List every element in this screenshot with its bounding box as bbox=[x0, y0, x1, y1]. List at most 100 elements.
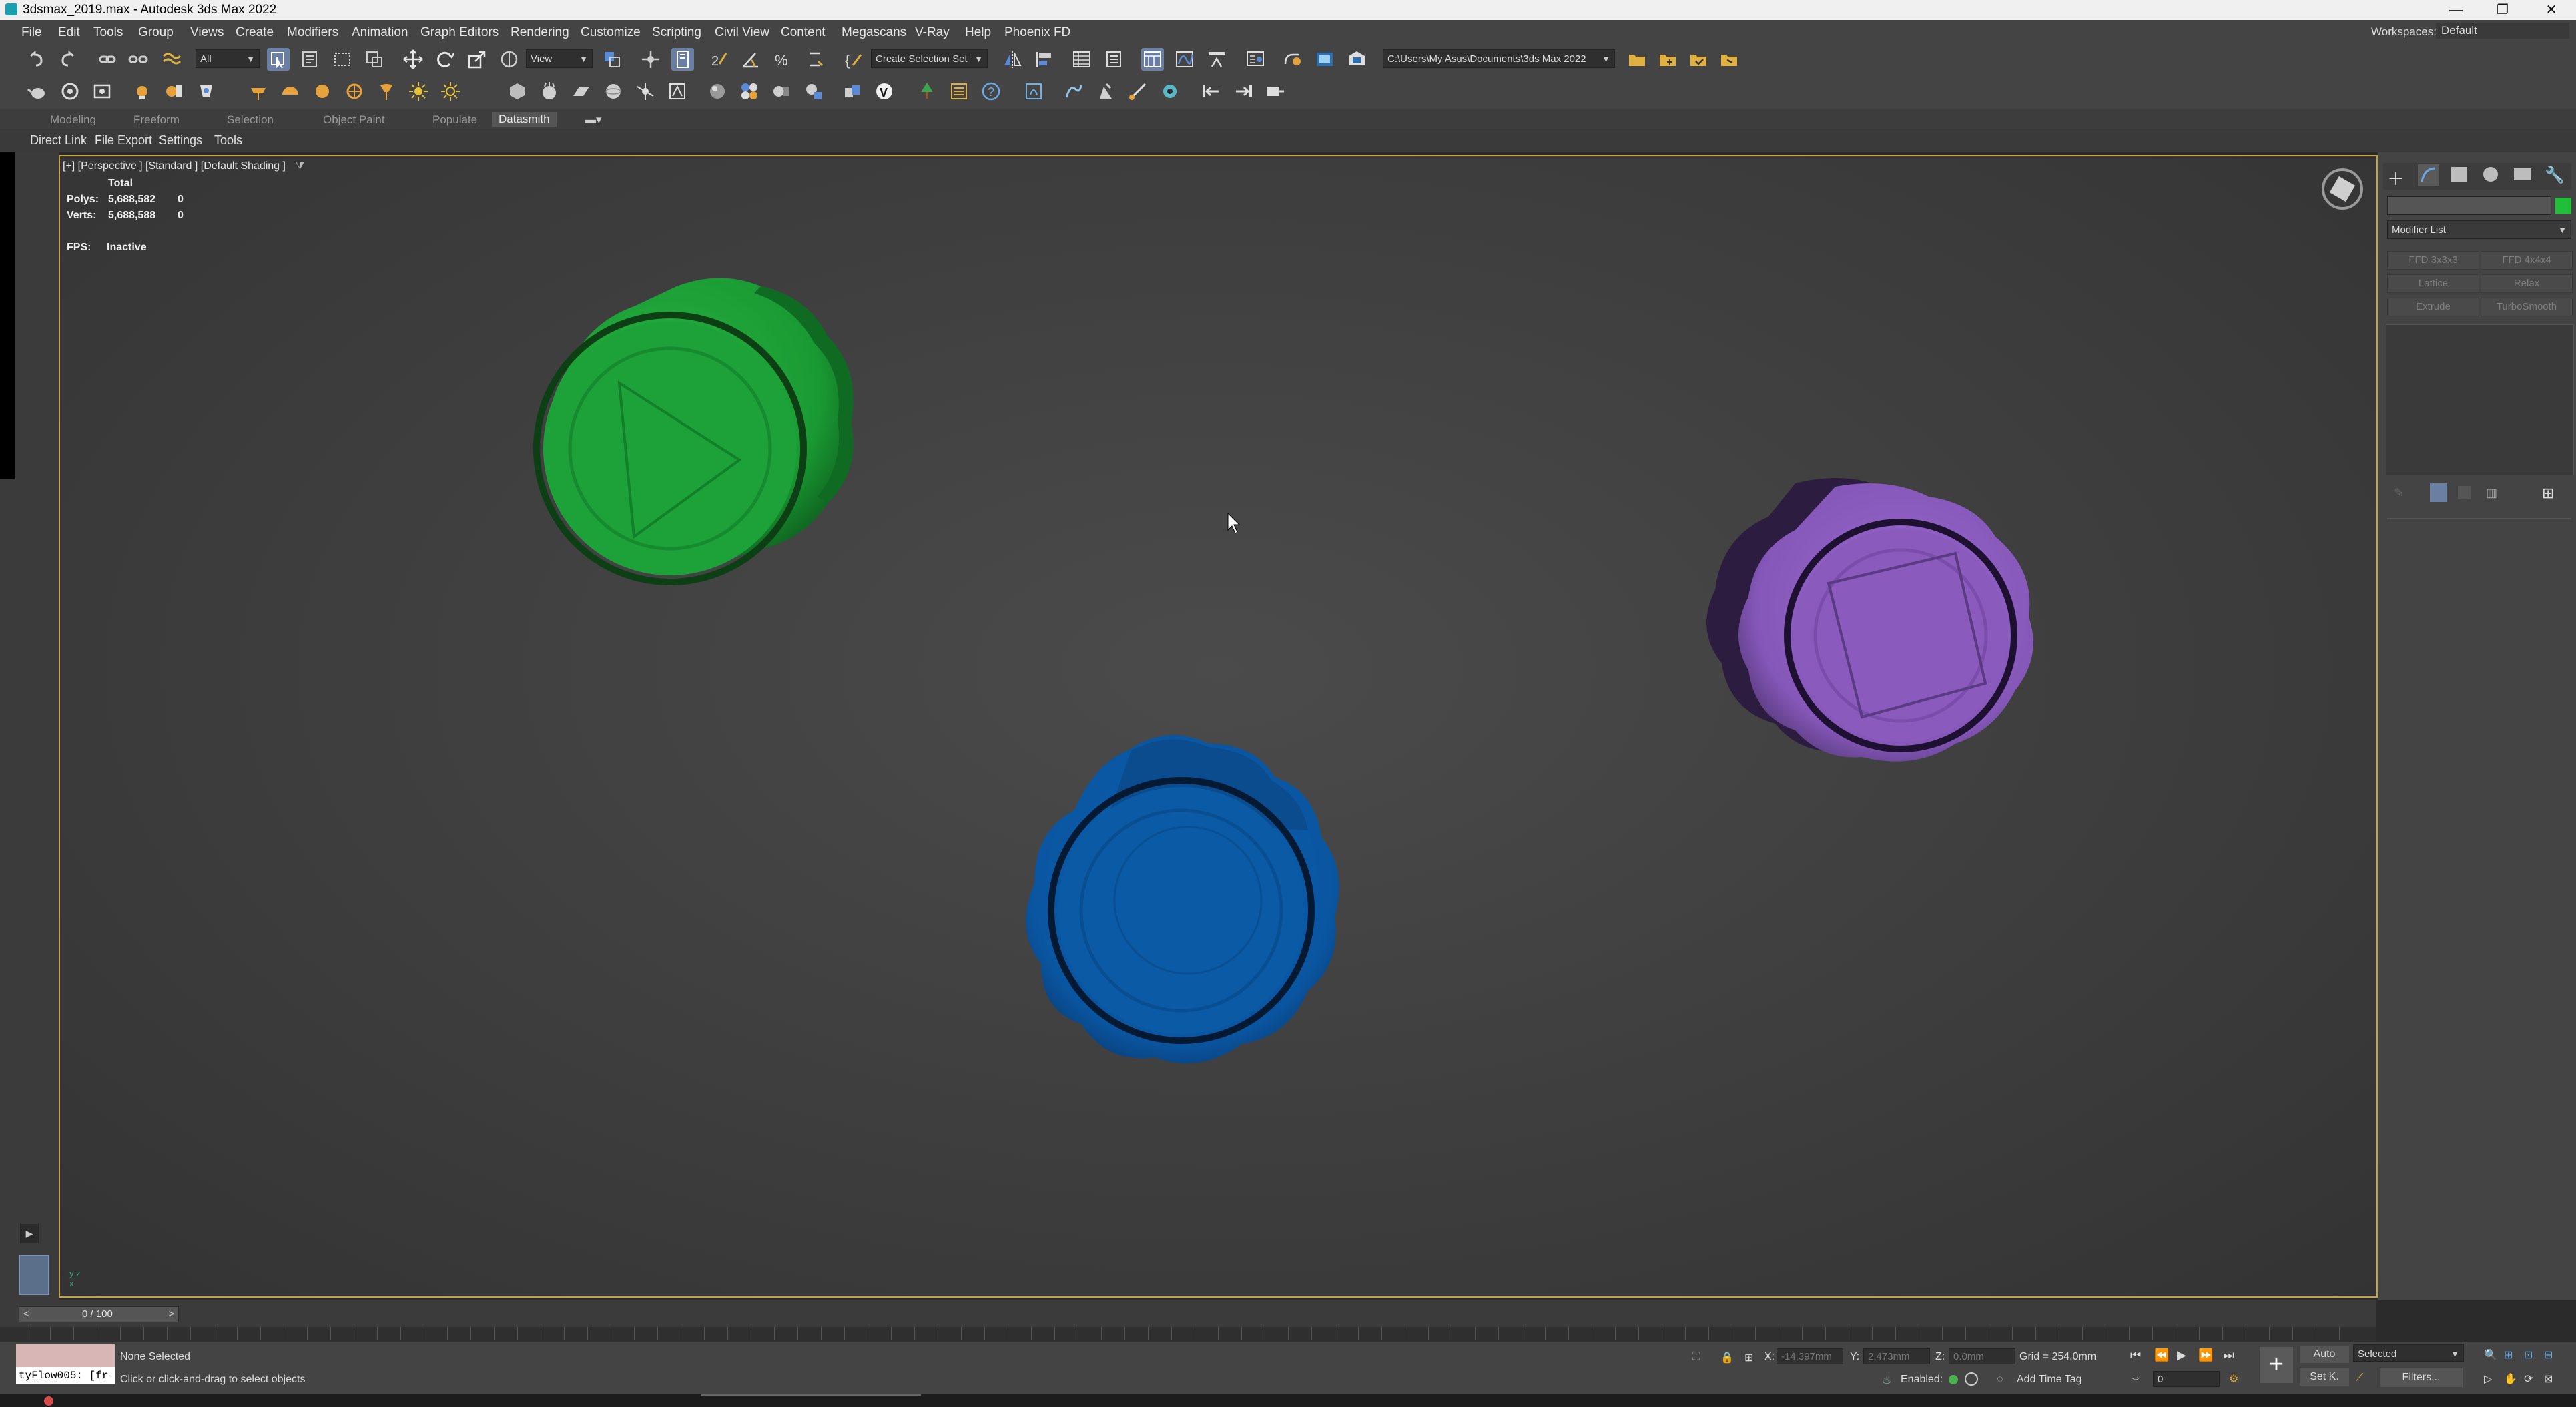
vray-plane-icon[interactable] bbox=[570, 80, 593, 103]
menu-scripting[interactable]: Scripting bbox=[652, 25, 701, 40]
project-open-icon[interactable] bbox=[1626, 48, 1648, 71]
unlink-icon[interactable] bbox=[127, 48, 149, 71]
viewport-label[interactable]: [+] [Perspective ] [Standard ] [Default … bbox=[63, 160, 286, 172]
hierarchy-tab-icon[interactable] bbox=[2451, 167, 2467, 182]
vray-sun-icon[interactable] bbox=[439, 80, 462, 103]
extrude-button[interactable]: Extrude bbox=[2387, 298, 2479, 316]
viewport-layout-thumbnail[interactable] bbox=[19, 1255, 49, 1295]
vray-lister-icon[interactable] bbox=[163, 80, 186, 103]
isolate-icon[interactable]: ⛶ bbox=[1692, 1351, 1700, 1363]
purple-stop-knob[interactable] bbox=[1706, 478, 2033, 762]
tab-freeform[interactable]: Freeform bbox=[133, 113, 180, 127]
menu-edit[interactable]: Edit bbox=[58, 25, 80, 40]
vray-sphere-light-icon[interactable] bbox=[311, 80, 334, 103]
menu-graph-editors[interactable]: Graph Editors bbox=[420, 25, 499, 40]
bind-space-warp-icon[interactable] bbox=[160, 48, 183, 71]
curve-editor-icon[interactable] bbox=[1173, 48, 1196, 71]
menu-civil-view[interactable]: Civil View bbox=[715, 25, 769, 40]
material-sphere-icon[interactable] bbox=[706, 80, 729, 103]
viewport-label-menu[interactable]: [+] [Perspective ] [Standard ] [Default … bbox=[63, 160, 305, 172]
auto-key-button[interactable]: Auto bbox=[2300, 1346, 2349, 1363]
menu-rendering[interactable]: Rendering bbox=[511, 25, 569, 40]
previous-frame-icon[interactable]: ⏪ bbox=[2154, 1348, 2169, 1362]
modifier-list-dropdown[interactable]: Modifier List ▼ bbox=[2387, 220, 2571, 239]
selection-filter-dropdown[interactable]: All ▼ bbox=[196, 49, 260, 68]
asset-browser-icon[interactable] bbox=[770, 80, 793, 103]
scale-icon[interactable] bbox=[466, 48, 489, 71]
ffd4-button[interactable]: FFD 4x4x4 bbox=[2481, 251, 2573, 270]
maxscript-input[interactable]: tyFlow005: [fr bbox=[16, 1367, 115, 1384]
menu-modifiers[interactable]: Modifiers bbox=[287, 25, 338, 40]
rect-selection-region-icon[interactable] bbox=[331, 48, 354, 71]
pan-icon[interactable]: ✋ bbox=[2504, 1372, 2517, 1386]
create-tab-icon[interactable]: ＋ bbox=[2387, 166, 2404, 190]
ribbon-toggle-icon[interactable] bbox=[1141, 48, 1164, 71]
vray-mesh-light-icon[interactable] bbox=[343, 80, 366, 103]
tab-object-paint[interactable]: Object Paint bbox=[323, 113, 385, 127]
expand-layout-icon[interactable]: ▶ bbox=[20, 1224, 39, 1243]
ribbon-settings[interactable]: Settings bbox=[159, 133, 202, 148]
snaps-toggle-icon[interactable]: 2 bbox=[707, 48, 730, 71]
orbit-icon[interactable]: ⟳ bbox=[2524, 1372, 2533, 1386]
zoom-all-icon[interactable]: ⊞ bbox=[2504, 1348, 2513, 1362]
ribbon-direct-link[interactable]: Direct Link bbox=[30, 133, 87, 148]
material-editor-icon[interactable] bbox=[1244, 48, 1267, 71]
y-coord-field[interactable]: 2.473mm bbox=[1863, 1348, 1930, 1364]
select-by-name-icon[interactable] bbox=[299, 48, 322, 71]
vray-render-icon[interactable] bbox=[59, 80, 81, 103]
green-play-knob[interactable] bbox=[533, 278, 854, 585]
menu-customize[interactable]: Customize bbox=[581, 25, 641, 40]
absolute-mode-icon[interactable]: ⊞ bbox=[1744, 1351, 1753, 1364]
make-unique-icon[interactable] bbox=[2458, 486, 2471, 499]
zoom-icon[interactable]: 🔍 bbox=[2484, 1348, 2497, 1362]
phoenix-particles-icon[interactable] bbox=[1159, 80, 1181, 103]
minimize-button[interactable]: — bbox=[2437, 0, 2475, 20]
time-slider-track[interactable]: < 0 / 100 > bbox=[19, 1306, 179, 1322]
redo-icon[interactable] bbox=[57, 48, 80, 71]
time-configuration-icon[interactable]: ⚙ bbox=[2229, 1372, 2238, 1386]
phoenix-simulator-icon[interactable] bbox=[1022, 80, 1045, 103]
phoenix-source-icon[interactable] bbox=[1126, 80, 1149, 103]
x-coord-field[interactable]: -14.397mm bbox=[1777, 1348, 1843, 1364]
relax-button[interactable]: Relax bbox=[2481, 274, 2573, 293]
ribbon-options-icon[interactable]: ▬▾ bbox=[585, 113, 602, 127]
help-icon[interactable]: ? bbox=[980, 80, 1002, 103]
taskbar-search-box[interactable] bbox=[701, 1394, 921, 1396]
lattice-button[interactable]: Lattice bbox=[2387, 274, 2479, 293]
tab-modeling[interactable]: Modeling bbox=[50, 113, 96, 127]
edit-named-selection-icon[interactable]: { bbox=[842, 48, 865, 71]
menu-vray[interactable]: V-Ray bbox=[915, 25, 950, 40]
z-coord-field[interactable]: 0.0mm bbox=[1949, 1348, 2015, 1364]
ribbon-tools[interactable]: Tools bbox=[214, 133, 242, 148]
lock-selection-icon[interactable]: 🔒 bbox=[1720, 1351, 1734, 1364]
show-end-result-icon[interactable] bbox=[2430, 483, 2447, 502]
next-frame-icon[interactable]: ⏩ bbox=[2198, 1348, 2213, 1362]
align-icon[interactable] bbox=[1033, 48, 1056, 71]
zoom-extents-all-icon[interactable]: ⊟ bbox=[2544, 1348, 2553, 1362]
field-of-view-icon[interactable]: ▷ bbox=[2484, 1372, 2492, 1386]
schematic-view-icon[interactable] bbox=[1205, 48, 1228, 71]
menu-animation[interactable]: Animation bbox=[352, 25, 408, 40]
key-filter-dropdown[interactable]: Selected ▼ bbox=[2353, 1344, 2464, 1362]
key-mode-icon[interactable]: ⇔ bbox=[2130, 1372, 2141, 1384]
window-crossing-icon[interactable] bbox=[363, 48, 386, 71]
scene-explorer-icon[interactable] bbox=[1070, 48, 1093, 71]
vray-light-icon[interactable] bbox=[131, 80, 153, 103]
vray-light-plane-icon[interactable] bbox=[247, 80, 270, 103]
vray-decal-icon[interactable] bbox=[666, 80, 689, 103]
project-new-icon[interactable] bbox=[1656, 48, 1679, 71]
motion-tab-icon[interactable] bbox=[2483, 167, 2498, 182]
blue-knob[interactable] bbox=[1026, 735, 1339, 1063]
select-object-icon[interactable] bbox=[267, 48, 290, 71]
pivot-center-icon[interactable] bbox=[601, 48, 623, 71]
tab-datasmith[interactable]: Datasmith bbox=[492, 112, 557, 127]
menu-group[interactable]: Group bbox=[138, 25, 174, 40]
set-key-button[interactable]: Set K. bbox=[2300, 1368, 2349, 1386]
vray-dome-light-icon[interactable] bbox=[279, 80, 302, 103]
menu-phoenix-fd[interactable]: Phoenix FD bbox=[1004, 25, 1070, 40]
move-icon[interactable] bbox=[402, 48, 424, 71]
viewcube-icon[interactable] bbox=[2322, 168, 2363, 210]
time-tag-toggle[interactable] bbox=[1965, 1372, 1978, 1386]
select-manipulate-icon[interactable] bbox=[639, 48, 662, 71]
vray-fur-icon[interactable] bbox=[538, 80, 561, 103]
